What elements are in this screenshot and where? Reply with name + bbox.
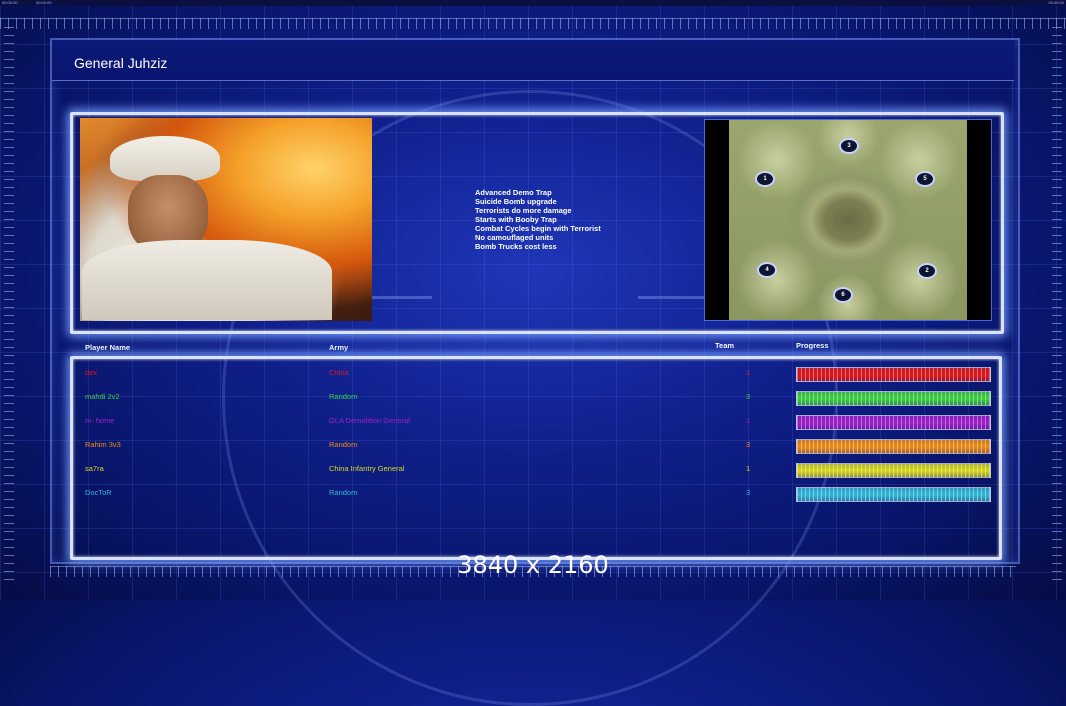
bonus-item: Starts with Booby Trap: [475, 215, 557, 224]
spawn-marker-4: 4: [757, 262, 777, 278]
player-army: Random: [329, 392, 358, 401]
spawn-marker-3: 3: [839, 138, 859, 154]
progress-stripes: [797, 416, 990, 429]
player-army: China: [329, 368, 349, 377]
progress-bar: [796, 463, 991, 478]
header-progress: Progress: [796, 341, 829, 350]
player-team: 1: [746, 416, 751, 425]
clock-left-2: 00:00:00: [36, 0, 52, 5]
player-team: 3: [746, 392, 751, 401]
portrait-robe: [82, 240, 332, 320]
bonus-item: Terrorists do more damage: [475, 206, 572, 215]
clock-left: 00:00:00: [2, 0, 18, 5]
spawn-marker-1: 1: [755, 171, 775, 187]
table-row: mahdi 2v2 Random 3: [0, 388, 1066, 406]
spawn-marker-2: 2: [917, 263, 937, 279]
map-preview: 3 1 5 4 2 6: [704, 119, 992, 321]
player-army: GLA Demolition General: [329, 416, 410, 425]
header-player-name: Player Name: [85, 343, 131, 352]
progress-stripes: [797, 488, 990, 501]
progress-stripes: [797, 368, 990, 381]
header-team: Team: [715, 341, 735, 350]
player-table-panel: [70, 356, 1002, 560]
progress-stripes: [797, 440, 990, 453]
top-ruler: [0, 18, 1066, 29]
player-team: 1: [746, 368, 751, 377]
clock-right: 00:00:00: [1048, 0, 1064, 5]
player-army: China Infantry General: [329, 464, 405, 473]
player-army: Random: [329, 488, 358, 497]
progress-bar: [796, 367, 991, 382]
player-team: 3: [746, 488, 751, 497]
bonus-item: Suicide Bomb upgrade: [475, 197, 557, 206]
spawn-marker-5: 5: [915, 171, 935, 187]
player-name: DocToR: [85, 488, 112, 497]
player-name: sa7ra: [85, 464, 104, 473]
progress-bar: [796, 439, 991, 454]
player-army: Random: [329, 440, 358, 449]
player-name: dex: [85, 368, 98, 377]
progress-bar: [796, 391, 991, 406]
map-terrain: 3 1 5 4 2 6: [729, 120, 967, 320]
player-name: mahdi 2v2: [85, 392, 120, 401]
progress-stripes: [797, 464, 990, 477]
header-army: Army: [329, 343, 349, 352]
top-status-bar: 00:00:00 00:00:00 00:00:00: [0, 0, 1066, 6]
player-team: 3: [746, 440, 751, 449]
player-team: 1: [746, 464, 751, 473]
table-row: dex China 1: [0, 364, 1066, 382]
player-name: m- home: [85, 416, 115, 425]
general-bonus-list: Advanced Demo Trap Suicide Bomb upgrade …: [475, 188, 601, 251]
table-row: DocToR Random 3: [0, 484, 1066, 502]
bonus-item: No camouflaged units: [475, 233, 554, 242]
table-row: m- home GLA Demolition General 1: [0, 412, 1066, 430]
progress-bar: [796, 487, 991, 502]
progress-stripes: [797, 392, 990, 405]
bonus-item: Advanced Demo Trap: [475, 188, 552, 197]
progress-bar: [796, 415, 991, 430]
general-title: General Juhziz: [74, 55, 168, 71]
bonus-item: Combat Cycles begin with Terrorist: [475, 224, 601, 233]
player-name: Rahim 3v3: [85, 440, 121, 449]
spawn-marker-6: 6: [833, 287, 853, 303]
bonus-item: Bomb Trucks cost less: [475, 242, 557, 251]
title-bar: [52, 40, 1014, 81]
resolution-watermark: 3840 x 2160: [457, 551, 609, 579]
table-row: Rahim 3v3 Random 3: [0, 436, 1066, 454]
table-row: sa7ra China Infantry General 1: [0, 460, 1066, 478]
